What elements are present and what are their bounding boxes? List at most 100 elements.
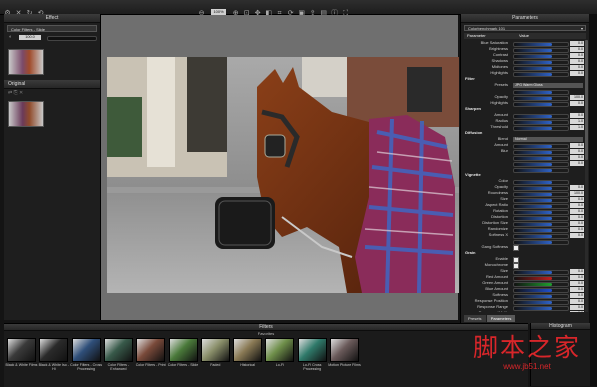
filters-panel-title: Filters xyxy=(4,324,528,331)
param-value[interactable]: 100.0 xyxy=(570,94,584,100)
param-value[interactable]: 0.0 xyxy=(570,160,584,166)
filter-thumb-label: Color Filters - Enhanced xyxy=(107,363,130,371)
filter-thumb[interactable]: Lo-Fi xyxy=(265,338,295,370)
param-row: Response Width 0.0 xyxy=(463,310,586,312)
filter-thumb-image[interactable] xyxy=(330,338,359,362)
effect-amount-row: ◐ 100.0 xyxy=(7,34,97,41)
top-toolbar: ⚙✕↻⟲ ⊖ 100% ⊕⊡✥◧⌗⟳▣⇪▤ⓘ⛶ xyxy=(0,0,597,17)
filter-thumb-image[interactable] xyxy=(7,338,36,362)
filter-thumb[interactable]: Black & White Iso - Hi xyxy=(38,338,69,371)
param-value[interactable]: 0.0 xyxy=(570,112,584,118)
param-value[interactable]: 100.0 xyxy=(570,190,584,196)
filter-dropdown-label: Colorbenchmark 101 xyxy=(468,26,506,31)
param-slider[interactable] xyxy=(513,311,569,312)
filter-thumb-label: Black & White Iso - Hi xyxy=(38,363,69,371)
param-value[interactable]: 0.0 xyxy=(570,148,584,154)
param-value[interactable]: 0.0 xyxy=(570,232,584,238)
filter-thumb-label: Color Filters - Print xyxy=(135,363,166,367)
filter-thumb-label: Lo-Fi xyxy=(275,363,284,367)
param-value[interactable]: 0.0 xyxy=(570,196,584,202)
params-header-value: Value xyxy=(519,33,529,38)
filter-thumb-image[interactable] xyxy=(168,338,198,362)
param-value[interactable]: 0.0 xyxy=(570,46,584,52)
effect-preview-thumb[interactable] xyxy=(8,49,44,75)
param-value[interactable]: 1.0 xyxy=(570,118,584,124)
param-value[interactable]: 0.0 xyxy=(570,298,584,304)
filter-thumb-label: Historical xyxy=(240,363,255,367)
filter-thumb-image[interactable] xyxy=(71,338,101,362)
filter-thumb-image[interactable] xyxy=(265,338,295,362)
parameters-panel-title: Parameters xyxy=(461,14,589,23)
watermark-url: www.jb51.net xyxy=(503,362,551,371)
delete-icon[interactable]: ✕ xyxy=(19,90,23,96)
param-value[interactable]: 0.0 xyxy=(570,40,584,46)
filter-thumb[interactable]: Color Filters - Enhanced xyxy=(103,338,133,371)
param-value[interactable]: 0.0 xyxy=(570,214,584,220)
original-header: Original xyxy=(4,80,100,89)
param-value[interactable]: 0.0 xyxy=(570,52,584,58)
filter-dropdown[interactable]: Colorbenchmark 101 ▾ xyxy=(464,25,586,31)
effect-panel-title: Effect xyxy=(4,14,100,23)
param-value[interactable]: 1.0 xyxy=(570,124,584,130)
filter-thumb[interactable]: Color Filters - Slide xyxy=(167,338,199,370)
param-rows: Blue Saturation 0.0 Brightness 0.0 Contrast 0… xyxy=(463,40,587,312)
chevron-down-icon: ▾ xyxy=(580,26,583,31)
effect-amount-value[interactable]: 100.0 xyxy=(19,35,41,40)
filter-thumb-label: Color Filters - Slide xyxy=(167,363,199,367)
right-edge-strip xyxy=(589,14,597,386)
param-value[interactable]: 0.0 xyxy=(570,142,584,148)
param-value[interactable]: 0.0 xyxy=(570,292,584,298)
params-header: Parameter Value xyxy=(464,33,586,39)
main-image[interactable] xyxy=(107,57,459,293)
histogram-title: Histogram xyxy=(531,323,590,330)
copy-icon[interactable]: ⎘ xyxy=(14,90,18,96)
param-dropdown[interactable]: Normal xyxy=(513,136,583,142)
param-value[interactable]: 0.0 xyxy=(570,70,584,76)
tab-presets[interactable]: Presets xyxy=(464,315,486,322)
swap-icon[interactable]: ⇄ xyxy=(8,90,12,96)
filter-thumb-label: Black & White Films xyxy=(5,363,38,367)
param-value[interactable]: 0.0 xyxy=(570,310,584,312)
param-value[interactable]: 0.0 xyxy=(570,226,584,232)
filter-thumb-image[interactable] xyxy=(103,338,133,362)
param-value[interactable]: 0.0 xyxy=(570,274,584,280)
watermark-chinese: 脚本之家 xyxy=(472,333,581,362)
filter-thumb[interactable]: Black & White Films xyxy=(5,338,38,370)
param-value[interactable]: 0.0 xyxy=(570,184,584,190)
param-value[interactable]: 0.0 xyxy=(570,268,584,274)
param-value[interactable]: 0.0 xyxy=(570,58,584,64)
param-value[interactable]: 0.0 xyxy=(570,64,584,70)
param-dropdown[interactable]: JPG Warm Gloss xyxy=(513,82,583,88)
filter-thumb[interactable]: Lo-Fi Cross Processing xyxy=(297,338,327,371)
filter-thumb-image[interactable] xyxy=(233,338,263,362)
params-tabs: Presets Parameters xyxy=(464,315,586,322)
effect-amount-slider[interactable] xyxy=(47,36,97,41)
param-value[interactable]: 0.0 xyxy=(570,100,584,106)
filter-thumb-image[interactable] xyxy=(136,338,166,362)
filter-thumb-image[interactable] xyxy=(39,338,69,362)
filter-thumb[interactable]: Historical xyxy=(233,338,263,370)
original-tool-icons: ⇄ ⎘ ✕ xyxy=(8,90,23,96)
effect-selected-row[interactable]: Color Filters - Slide xyxy=(7,25,97,32)
effect-selected-label: Color Filters - Slide xyxy=(11,27,46,32)
filter-thumb[interactable]: Color Filters - Cross Processing xyxy=(70,338,102,371)
filter-thumb-image[interactable] xyxy=(297,338,327,362)
filter-thumb[interactable]: Faded xyxy=(200,338,230,370)
param-value[interactable]: 0.0 xyxy=(570,154,584,160)
filters-subtitle[interactable]: Favorites xyxy=(4,331,528,336)
param-value[interactable]: 0.0 xyxy=(570,208,584,214)
filter-thumb-image[interactable] xyxy=(200,338,230,362)
param-value[interactable]: 0.0 xyxy=(570,202,584,208)
tab-parameters[interactable]: Parameters xyxy=(486,315,516,322)
original-preview-thumb[interactable] xyxy=(8,101,44,127)
param-value[interactable]: 0.0 xyxy=(570,286,584,292)
filter-thumb[interactable]: Color Filters - Print xyxy=(135,338,166,370)
param-label: Response Width xyxy=(479,310,508,312)
effect-amount-icon: ◐ xyxy=(9,34,13,40)
param-scrollbar[interactable] xyxy=(585,40,588,312)
param-value[interactable]: 0.0 xyxy=(570,304,584,310)
param-value[interactable]: 0.0 xyxy=(570,220,584,226)
param-value[interactable]: 0.0 xyxy=(570,280,584,286)
filter-thumb-label: Lo-Fi Cross Processing xyxy=(302,363,322,371)
filter-thumb[interactable]: Motion Picture Films xyxy=(328,338,361,370)
